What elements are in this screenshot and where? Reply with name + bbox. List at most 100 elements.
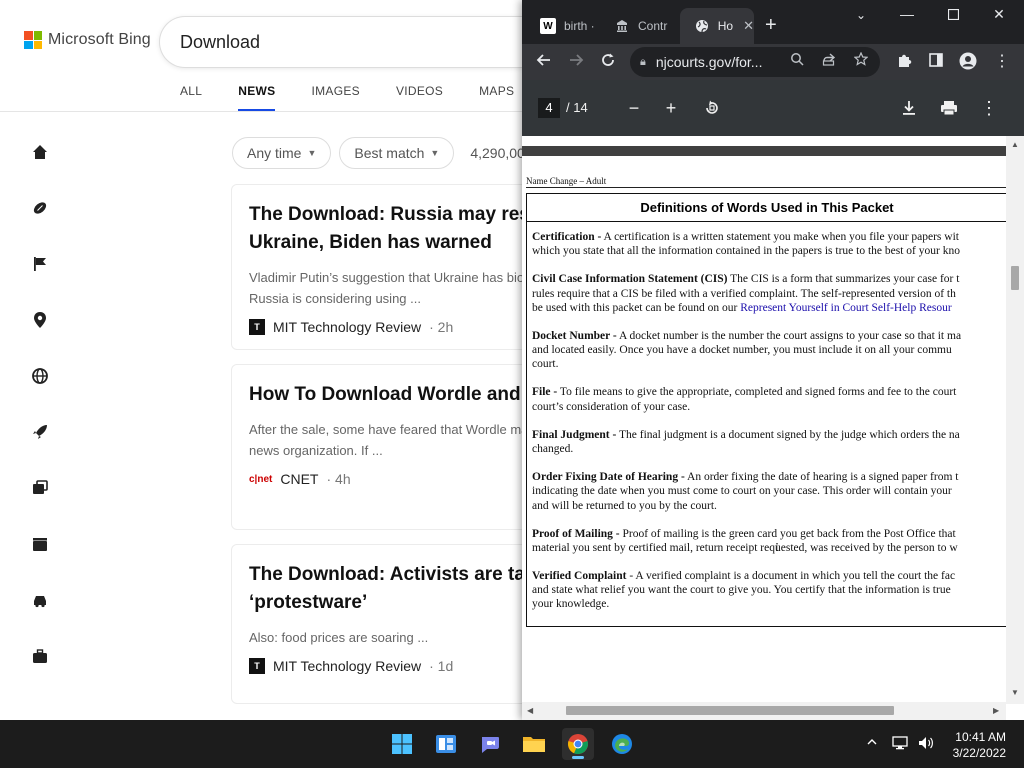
news-card[interactable]: The Download: Russia may resor Ukraine, … (231, 184, 551, 350)
browser-tab[interactable]: Contr (600, 8, 678, 44)
scroll-right-arrow-icon[interactable]: ▶ (993, 706, 999, 715)
flag-icon[interactable] (28, 252, 52, 276)
tab-maps[interactable]: MAPS (479, 84, 514, 112)
tab-all[interactable]: ALL (180, 84, 202, 112)
news-card[interactable]: How To Download Wordle and Pl After the … (231, 364, 551, 530)
system-clock[interactable]: 10:41 AM 3/22/2022 (946, 729, 1006, 761)
profile-avatar-icon[interactable] (958, 52, 978, 76)
definition-item: Verified Complaint - A verified complain… (532, 569, 1024, 612)
close-window-icon[interactable]: ✕ (976, 6, 1022, 23)
news-title-line: The Download: Activists are targ (249, 564, 544, 585)
news-title[interactable]: How To Download Wordle and Pl (249, 381, 544, 409)
chrome-window: W birth · Contr Ho ✕ + ⌄ — ✕ 🔒︎ njcourts… (522, 0, 1024, 720)
news-title[interactable]: The Download: Russia may resor Ukraine, … (249, 201, 549, 257)
time-filter-dropdown[interactable]: Any time ▼ (232, 137, 332, 169)
sort-filter-dropdown[interactable]: Best match ▼ (339, 137, 455, 169)
definition-text: court’s consideration of your case. (532, 400, 691, 413)
news-title-line: How To Download Wordle and Pl (249, 384, 544, 405)
widgets-icon[interactable] (430, 728, 462, 760)
clapperboard-icon[interactable] (28, 532, 52, 556)
home-icon[interactable] (28, 140, 52, 164)
page-number-input[interactable]: 4 (538, 98, 560, 118)
car-icon[interactable] (28, 588, 52, 612)
news-snippet: Also: food prices are soaring ... (249, 627, 533, 648)
download-icon[interactable] (897, 96, 921, 122)
forward-arrow-icon[interactable] (566, 52, 586, 74)
vertical-scrollbar[interactable]: ▲ ▼ (1006, 136, 1024, 704)
globe-icon[interactable] (28, 364, 52, 388)
vertical-scroll-thumb[interactable] (1011, 266, 1019, 290)
chevron-up-icon[interactable] (866, 736, 878, 751)
teams-chat-icon[interactable] (474, 728, 506, 760)
search-input[interactable]: Download (160, 17, 580, 67)
kebab-menu-icon[interactable]: ⋮ (992, 52, 1012, 72)
money-icon[interactable] (28, 476, 52, 500)
browser-tab-active[interactable]: Ho ✕ (680, 8, 754, 44)
definition-term: Order Fixing Date of Hearing - (532, 471, 685, 483)
zoom-in-icon[interactable]: + (659, 96, 683, 120)
horizontal-scroll-thumb[interactable] (566, 706, 894, 715)
tab-search-chevron-icon[interactable]: ⌄ (838, 8, 884, 22)
extensions-puzzle-icon[interactable] (894, 52, 914, 74)
maximize-icon[interactable] (930, 6, 976, 23)
file-explorer-icon[interactable] (518, 728, 550, 760)
browser-tab[interactable]: W birth · (526, 8, 598, 44)
news-title[interactable]: The Download: Activists are targ ‘protes… (249, 561, 544, 617)
briefcase-icon[interactable] (28, 644, 52, 668)
news-time: · 2h (429, 319, 454, 335)
bing-brand-text: Microsoft Bing (48, 31, 151, 48)
close-tab-icon[interactable]: ✕ (743, 18, 754, 34)
source-name[interactable]: MIT Technology Review (273, 658, 421, 674)
back-arrow-icon[interactable] (534, 52, 554, 74)
football-icon[interactable] (28, 196, 52, 220)
news-snippet: After the sale, some have feared that Wo… (249, 419, 533, 461)
print-icon[interactable] (937, 96, 961, 122)
globe-icon (694, 18, 710, 34)
location-pin-icon[interactable] (28, 308, 52, 332)
scroll-left-arrow-icon[interactable]: ◀ (527, 706, 533, 715)
rocket-icon[interactable] (28, 420, 52, 444)
browser-toolbar: 🔒︎ njcourts.gov/for... ⋮ (522, 44, 1024, 80)
windows-taskbar: 10:41 AM 3/22/2022 (0, 720, 1024, 768)
news-source: T MIT Technology Review · 1d (249, 658, 533, 674)
bookmark-star-icon[interactable] (853, 51, 869, 69)
reload-icon[interactable] (598, 52, 618, 74)
scroll-down-arrow-icon[interactable]: ▼ (1011, 688, 1019, 697)
news-card[interactable]: The Download: Activists are targ ‘protes… (231, 544, 551, 704)
side-panel-icon[interactable] (926, 52, 946, 74)
tab-news[interactable]: NEWS (238, 84, 276, 112)
news-snippet-line: Also: food prices are soaring ... (249, 630, 429, 645)
zoom-magnifier-icon[interactable] (790, 52, 804, 69)
self-help-resource-link[interactable]: Represent Yourself in Court Self-Help Re… (740, 302, 951, 314)
start-windows-icon[interactable] (386, 728, 418, 760)
definition-text: changed. (532, 443, 574, 456)
tab-images[interactable]: IMAGES (311, 84, 359, 112)
pdf-viewport[interactable]: Name Change – Adult Definitions of Words… (522, 136, 1024, 720)
source-name[interactable]: CNET (280, 471, 318, 487)
mit-technology-review-logo: T (249, 658, 265, 674)
tab-videos[interactable]: VIDEOS (396, 84, 443, 112)
network-icon[interactable] (892, 736, 910, 753)
chrome-app-icon[interactable] (562, 728, 594, 760)
definition-text: be used with this packet can be found on… (532, 301, 741, 314)
news-time: · 1d (429, 658, 454, 674)
time-filter-label: Any time (247, 145, 302, 161)
share-icon[interactable] (822, 52, 836, 69)
volume-icon[interactable] (918, 736, 936, 753)
scroll-up-arrow-icon[interactable]: ▲ (1011, 140, 1019, 149)
search-query: Download (180, 31, 261, 52)
source-name[interactable]: MIT Technology Review (273, 319, 421, 335)
horizontal-scrollbar[interactable]: ◀ ▶ (522, 702, 1006, 720)
bing-logo[interactable]: Microsoft Bing (24, 31, 151, 49)
pdf-toolbar: 4 / 14 − + ⋮ (522, 80, 1024, 136)
kebab-menu-icon[interactable]: ⋮ (977, 96, 1001, 120)
address-bar[interactable]: 🔒︎ njcourts.gov/for... (630, 47, 880, 77)
new-tab-plus-icon[interactable]: + (765, 14, 777, 36)
header-rule (526, 187, 1006, 188)
lock-icon[interactable]: 🔒︎ (640, 56, 646, 69)
zoom-out-icon[interactable]: − (622, 96, 646, 120)
mit-technology-review-logo: T (249, 319, 265, 335)
minimize-icon[interactable]: — (884, 6, 930, 22)
rotate-icon[interactable] (700, 96, 724, 123)
edge-app-icon[interactable] (606, 728, 638, 760)
